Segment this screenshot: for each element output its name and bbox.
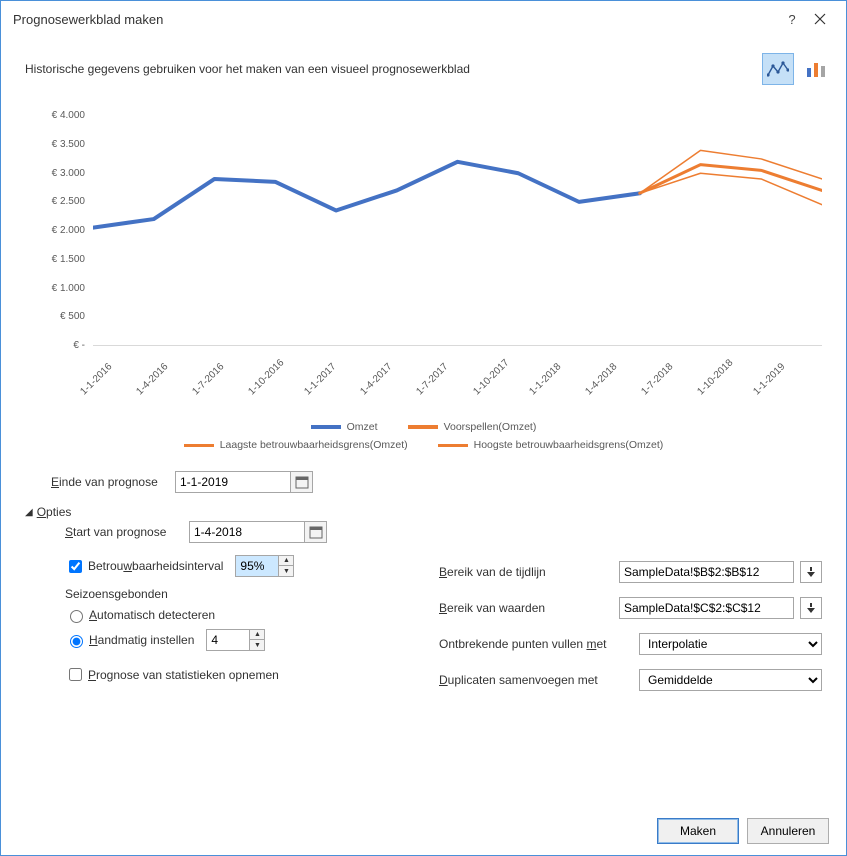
confidence-spinbox[interactable] [235,555,279,577]
seasonal-auto-label: Automatisch detecteren [89,608,215,622]
options-expander[interactable]: ◢ Opties [25,505,822,519]
chart-legend: OmzetVoorspellen(Omzet)Laagste betrouwba… [25,411,822,451]
expander-icon: ◢ [25,507,33,518]
bar-chart-icon [805,60,827,78]
timeline-range-input[interactable] [619,561,794,583]
create-button[interactable]: Maken [657,818,739,844]
missing-points-combo[interactable]: Interpolatie [639,633,822,655]
forecast-chart: € 4.000€ 3.500€ 3.000€ 2.500€ 2.000€ 1.5… [25,111,822,411]
forecast-end-input[interactable] [175,471,291,493]
plot-area [93,116,822,346]
range-picker-icon [805,602,817,614]
missing-points-label: Ontbrekende punten vullen met [439,637,639,651]
dialog-footer: Maken Annuleren [657,818,829,844]
forecast-end-label: Einde van prognose [25,475,175,489]
confidence-label: Betrouwbaarheidsinterval [88,559,223,573]
options-form: Einde van prognose ◢ Opties Start van pr… [25,471,822,705]
line-chart-toggle[interactable] [762,53,794,85]
seasonal-auto-radio[interactable] [70,610,83,623]
y-axis-labels: € 4.000€ 3.500€ 3.000€ 2.500€ 2.000€ 1.5… [25,111,85,351]
values-range-picker-button[interactable] [800,597,822,619]
calendar-icon [309,525,323,539]
include-stats-checkbox[interactable] [69,668,82,681]
line-chart-icon [767,60,789,78]
close-button[interactable] [806,9,834,29]
help-button[interactable]: ? [778,9,806,29]
window-title: Prognosewerkblad maken [13,12,778,27]
calendar-icon [295,475,309,489]
seasonal-label: Seizoensgebonden [25,587,415,601]
forecast-start-datepicker-button[interactable] [305,521,327,543]
titlebar: Prognosewerkblad maken ? [1,1,846,33]
seasonal-period-spin-buttons[interactable]: ▲▼ [250,629,265,651]
confidence-spin-buttons[interactable]: ▲▼ [279,555,294,577]
duplicates-combo[interactable]: Gemiddelde [639,669,822,691]
seasonal-manual-label: Handmatig instellen [89,633,194,647]
values-range-input[interactable] [619,597,794,619]
x-axis-labels: 1-1-20161-4-20161-7-20161-10-20161-1-201… [93,351,822,395]
forecast-end-datepicker-button[interactable] [291,471,313,493]
cancel-button[interactable]: Annuleren [747,818,829,844]
forecast-start-label: Start van prognose [25,525,189,539]
forecast-start-input[interactable] [189,521,305,543]
duplicates-label: Duplicaten samenvoegen met [439,673,639,687]
values-range-label: Bereik van waarden [439,601,619,615]
bar-chart-toggle[interactable] [800,53,832,85]
include-stats-label: Prognose van statistieken opnemen [88,668,279,682]
range-picker-icon [805,566,817,578]
forecast-start-row: Start van prognose [25,521,415,543]
timeline-range-picker-button[interactable] [800,561,822,583]
chart-svg [93,116,822,345]
confidence-checkbox[interactable] [69,560,82,573]
timeline-range-label: Bereik van de tijdlijn [439,565,619,579]
seasonal-manual-radio[interactable] [70,635,83,648]
confidence-row: Betrouwbaarheidsinterval ▲▼ [25,555,415,577]
dialog-subtitle: Historische gegevens gebruiken voor het … [25,62,762,76]
forecast-end-row: Einde van prognose [25,471,822,493]
close-icon [814,13,826,25]
seasonal-period-spinbox[interactable] [206,629,250,651]
